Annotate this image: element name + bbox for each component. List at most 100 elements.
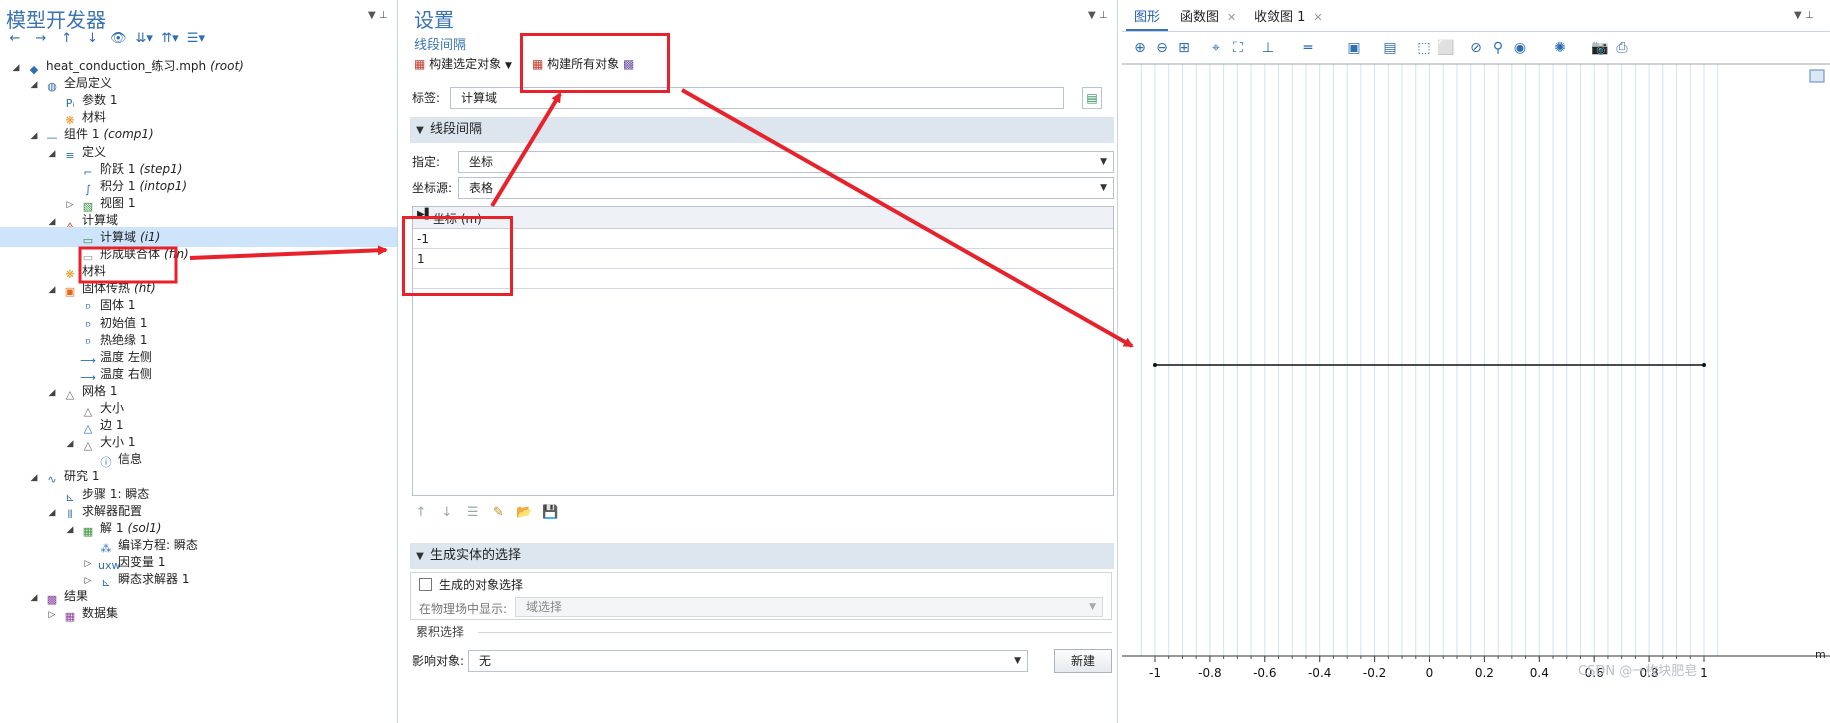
new-button[interactable]: 新建 <box>1054 649 1112 673</box>
table-row[interactable]: 1 <box>413 249 1113 269</box>
tree-node-label: 固体 1 <box>100 298 136 313</box>
generated-selection-group: 生成的对象选择 在物理场中显示: 域选择 ▼ <box>410 572 1112 620</box>
move-up-icon[interactable]: ↑ <box>58 30 76 48</box>
tree-node-label: 网格 1 <box>82 383 118 398</box>
x-tick-label: 0 <box>1425 666 1434 680</box>
load-file-icon[interactable]: 📂 <box>515 504 533 522</box>
zoom-extents-icon[interactable]: ⛶ <box>1228 38 1248 58</box>
tree-node-label: 大小 <box>100 401 125 415</box>
geometry-vertex[interactable] <box>1153 363 1157 367</box>
tab-convergence-plot[interactable]: 收敛图 1 ✕ <box>1246 5 1331 31</box>
table-row[interactable]: -1 <box>413 229 1113 249</box>
settings-title: 设置 <box>414 8 454 32</box>
tree-node-label: 组件 1 <box>64 127 100 142</box>
forward-icon[interactable]: → <box>32 30 50 48</box>
tree-node-tag: (step1) <box>139 161 183 176</box>
clear-table-icon[interactable]: ✎ <box>489 504 507 522</box>
delete-rows-icon[interactable]: ☰ <box>464 504 482 522</box>
select-icon[interactable]: ▣ <box>1344 38 1364 58</box>
x-tick-label: -0.8 <box>1198 666 1222 680</box>
box-select-icon[interactable]: ⬚ <box>1414 38 1434 58</box>
geometry-vertex[interactable] <box>1702 363 1706 367</box>
coord-source-select[interactable]: 表格 ▼ <box>458 177 1114 199</box>
tab-function-plot[interactable]: 函数图 ✕ <box>1172 5 1244 31</box>
hide-icon[interactable]: ⊘ <box>1466 38 1486 58</box>
move-up-icon[interactable]: ↑ <box>412 504 430 522</box>
build-icon: ▦ <box>414 57 426 71</box>
specify-caption: 指定: <box>412 155 441 169</box>
affected-select[interactable]: 无 ▼ <box>468 650 1028 672</box>
move-down-icon[interactable]: ↓ <box>438 504 456 522</box>
section-title-selection: 生成实体的选择 <box>430 548 522 563</box>
expand-icon[interactable]: ⇊▾ <box>135 30 153 48</box>
graphics-menu-icon[interactable]: ▼ ⊥ <box>1794 10 1814 21</box>
tree-node[interactable]: ▷ ▦ 数据集 <box>0 603 397 623</box>
affected-caption: 影响对象: <box>412 654 465 668</box>
table-header-row: ▶▌ 坐标 (m) <box>413 207 1113 229</box>
camera-icon[interactable]: 📷 <box>1590 38 1610 58</box>
specify-select[interactable]: 坐标 ▼ <box>458 151 1114 173</box>
x-tick-label: -1 <box>1149 666 1161 680</box>
zoom-selected-icon[interactable]: ⌖ <box>1206 38 1226 58</box>
axis-unit: m <box>1815 648 1826 661</box>
x-axis-labels: -1 -0.8 -0.6 -0.4 -0.2 0 0.2 0.4 0.6 0.8 1 <box>1122 666 1830 686</box>
collapse-icon[interactable]: ⇈▾ <box>161 30 179 48</box>
close-icon[interactable]: ✕ <box>1227 11 1236 24</box>
show-icon[interactable]: 👁 <box>109 30 127 48</box>
x-tick-label: 0.4 <box>1529 666 1549 680</box>
coord-source-caption: 坐标源: <box>412 181 453 195</box>
collapse-triangle-icon: ▼ <box>416 551 424 562</box>
tab-graphics[interactable]: 图形 <box>1126 5 1169 31</box>
scene-light-icon[interactable]: ✺ <box>1550 38 1570 58</box>
tree-node-tag: (i1) <box>140 230 161 244</box>
eye-icon[interactable]: ◉ <box>1510 38 1530 58</box>
close-icon[interactable]: ✕ <box>1313 11 1322 24</box>
tree-node-label: 瞬态求解器 1 <box>118 572 190 586</box>
tree-node-label: 因变量 1 <box>118 554 166 569</box>
section-header-interval[interactable]: ▼ 线段间隔 <box>410 117 1114 143</box>
panel-menu-icon[interactable]: ▼ ⊥ <box>368 10 388 21</box>
deselect-icon[interactable]: ⬜ <box>1436 38 1456 58</box>
tree-node-label: 固体传热 <box>82 281 131 296</box>
tree-node-label: 解 1 <box>100 520 124 535</box>
zoom-box-icon[interactable]: ⊞ <box>1174 38 1194 58</box>
tree-node-label: 材料 <box>82 264 107 279</box>
tree-node-label: 计算域 <box>100 230 137 244</box>
zoom-out-icon[interactable]: ⊖ <box>1152 38 1172 58</box>
graphics-panel: 图形 函数图 ✕ 收敛图 1 ✕ ▼ ⊥ ⊕ ⊖ ⊞ ⌖ ⛶ ⊥ ═ ▣ ▤ ⬚ ⬜… <box>1122 0 1830 723</box>
model-tree: ◢ ◆ heat_conduction_练习.mph (root) ◢ ◍ 全局定义 Pᵢ 参数… <box>0 56 397 723</box>
gen-selection-checkbox[interactable] <box>419 578 432 591</box>
zoom-in-icon[interactable]: ⊕ <box>1130 38 1150 58</box>
show-objects-icon[interactable]: ⚲ <box>1488 38 1508 58</box>
view-icon[interactable]: ▤ <box>1380 38 1400 58</box>
geometry-plot[interactable] <box>1122 58 1830 723</box>
build-selected-button[interactable]: ▦ 构建选定对象 ▼ <box>414 54 512 74</box>
grid-toggle-icon[interactable]: ═ <box>1298 38 1318 58</box>
tree-node-label: 定义 <box>82 144 107 159</box>
tree-node-label: 全局定义 <box>64 76 113 91</box>
plot-background <box>1122 58 1830 723</box>
tab-convergence-plot-label: 收敛图 1 <box>1254 10 1306 25</box>
gen-selection-label: 生成的对象选择 <box>439 578 524 592</box>
expand-triangle-icon[interactable]: ▷ <box>46 605 58 625</box>
tree-node-tag: (ht) <box>134 281 156 296</box>
move-down-icon[interactable]: ↓ <box>83 30 101 48</box>
x-tick-label: 0.2 <box>1474 666 1494 680</box>
edit-label-icon[interactable]: ▤ <box>1082 87 1102 109</box>
tree-node-tag: (intop1) <box>139 178 188 193</box>
back-icon[interactable]: ← <box>6 30 24 48</box>
tree-node-label: 初始值 1 <box>100 315 148 330</box>
axis-icon[interactable]: ⊥ <box>1258 38 1278 58</box>
show-in-physics-select[interactable]: 域选择 ▼ <box>515 597 1103 617</box>
section-header-selection[interactable]: ▼ 生成实体的选择 <box>410 543 1114 569</box>
print-icon[interactable]: ⎙ <box>1612 38 1632 58</box>
save-file-icon[interactable]: 💾 <box>541 504 559 522</box>
settings-menu-icon[interactable]: ▼ ⊥ <box>1088 10 1108 21</box>
x-tick-label: -0.6 <box>1253 666 1277 680</box>
list-icon[interactable]: ☰▾ <box>187 30 205 48</box>
chevron-down-icon: ▼ <box>1089 602 1096 612</box>
tree-node-label: 参数 1 <box>82 93 118 108</box>
table-row-empty[interactable] <box>413 269 1113 289</box>
coord-source-value: 表格 <box>469 181 494 195</box>
tree-node-tag: (sol1) <box>127 520 162 535</box>
